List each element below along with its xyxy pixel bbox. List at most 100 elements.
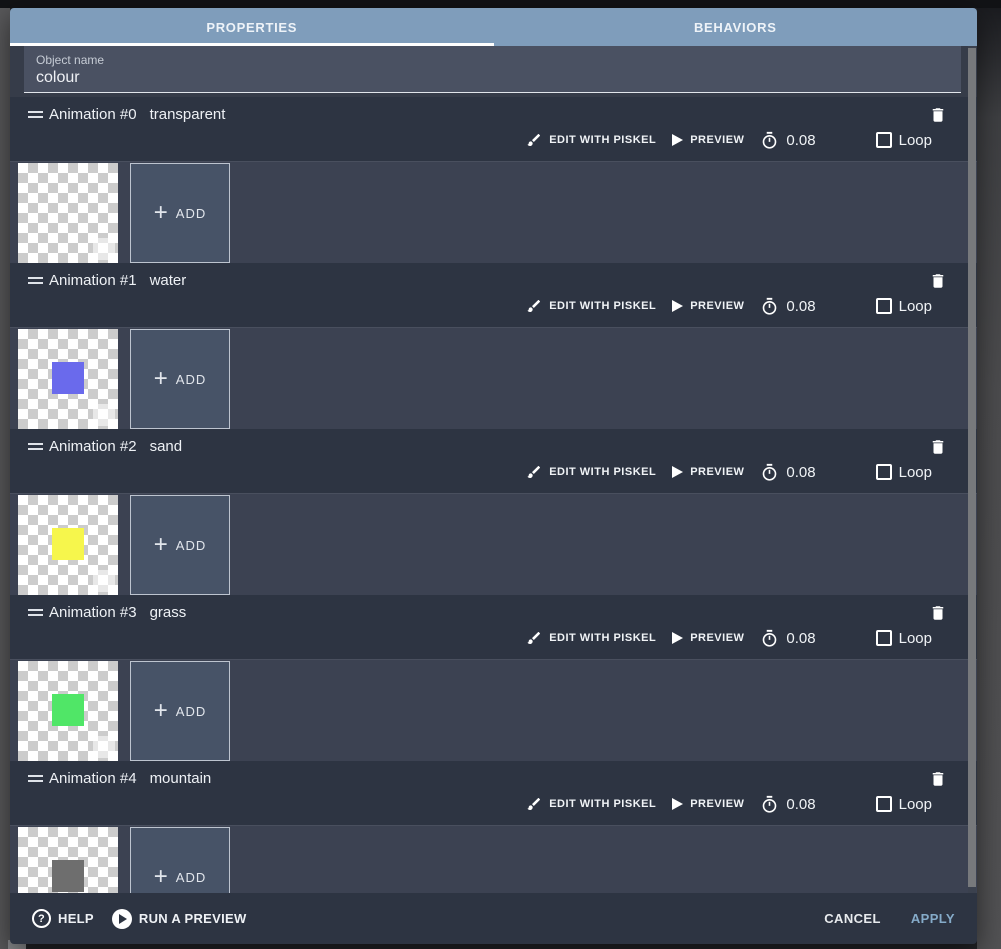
frame-thumbnail[interactable] xyxy=(18,661,118,761)
animation-name[interactable]: grass xyxy=(150,604,187,621)
animation-name[interactable]: transparent xyxy=(150,106,226,123)
edit-with-piskel-label: EDIT WITH PISKEL xyxy=(549,134,657,146)
scrollbar-thumb[interactable] xyxy=(968,48,976,887)
object-name-label: Object name xyxy=(36,53,105,67)
tab-behaviors[interactable]: BEHAVIORS xyxy=(494,8,978,46)
time-between-frames-value: 0.08 xyxy=(786,463,816,481)
animation-index-label: Animation #4 xyxy=(49,770,137,787)
animation-frames-strip: + ADD xyxy=(10,327,977,429)
animation-header: Animation #0 transparent EDIT WITH PISKE… xyxy=(10,97,977,161)
loop-checkbox[interactable] xyxy=(875,132,892,148)
time-between-frames-value: 0.08 xyxy=(786,297,816,315)
time-between-frames-field[interactable]: 0.08 xyxy=(760,463,816,482)
frame-thumbnail[interactable] xyxy=(18,495,118,595)
frame-thumbnail[interactable] xyxy=(18,163,118,263)
animation-frames-strip: + ADD xyxy=(10,825,977,893)
delete-animation-button[interactable] xyxy=(927,270,949,292)
stopwatch-icon xyxy=(763,629,777,647)
add-frame-button[interactable]: + ADD xyxy=(130,495,230,595)
drag-handle-icon[interactable] xyxy=(28,111,43,118)
preview-button[interactable]: PREVIEW xyxy=(672,300,744,312)
plus-icon: + xyxy=(153,697,168,724)
animation-header: Animation #4 mountain EDIT WITH PISKEL P… xyxy=(10,761,977,825)
animation-block-0: Animation #0 transparent EDIT WITH PISKE… xyxy=(10,97,977,263)
animation-header: Animation #1 water EDIT WITH PISKEL PREV… xyxy=(10,263,977,327)
preview-button[interactable]: PREVIEW xyxy=(672,466,744,478)
delete-animation-button[interactable] xyxy=(927,602,949,624)
brush-icon xyxy=(527,797,541,810)
object-name-input[interactable]: Object name colour xyxy=(24,46,961,93)
object-name-section: Object name colour xyxy=(10,46,977,97)
preview-button[interactable]: PREVIEW xyxy=(672,632,744,644)
plus-icon: + xyxy=(153,863,168,890)
add-frame-button[interactable]: + ADD xyxy=(130,163,230,263)
time-between-frames-value: 0.08 xyxy=(786,629,816,647)
loop-toggle[interactable]: Loop xyxy=(875,463,932,481)
apply-button[interactable]: APPLY xyxy=(911,911,955,926)
frame-color-swatch xyxy=(52,196,84,228)
loop-checkbox[interactable] xyxy=(875,298,892,314)
edit-with-piskel-button[interactable]: EDIT WITH PISKEL xyxy=(526,464,656,480)
animation-title-row: Animation #4 mountain xyxy=(10,761,977,787)
tab-bar: PROPERTIES BEHAVIORS xyxy=(10,8,977,46)
preview-label: PREVIEW xyxy=(690,300,745,312)
add-frame-button[interactable]: + ADD xyxy=(130,827,230,893)
animation-index-label: Animation #1 xyxy=(49,272,137,289)
cancel-button[interactable]: CANCEL xyxy=(824,911,881,926)
dialog-scrollbar[interactable] xyxy=(968,46,976,893)
edit-with-piskel-button[interactable]: EDIT WITH PISKEL xyxy=(526,132,656,148)
frame-thumbnail[interactable] xyxy=(18,827,118,893)
time-between-frames-field[interactable]: 0.08 xyxy=(760,131,816,150)
run-preview-label: RUN A PREVIEW xyxy=(138,911,247,926)
loop-toggle[interactable]: Loop xyxy=(875,298,932,315)
drag-handle-icon[interactable] xyxy=(28,277,43,284)
add-frame-button[interactable]: + ADD xyxy=(130,661,230,761)
help-button[interactable]: ? HELP xyxy=(32,909,94,928)
loop-toggle[interactable]: Loop xyxy=(875,796,932,813)
time-between-frames-field[interactable]: 0.08 xyxy=(760,629,816,648)
loop-toggle[interactable]: Loop xyxy=(875,630,932,647)
backdrop-right xyxy=(977,8,1001,949)
edit-with-piskel-button[interactable]: EDIT WITH PISKEL xyxy=(526,298,656,314)
preview-label: PREVIEW xyxy=(690,632,745,644)
animation-name[interactable]: water xyxy=(150,272,187,289)
preview-button[interactable]: PREVIEW xyxy=(672,134,744,146)
delete-animation-button[interactable] xyxy=(927,436,949,458)
delete-animation-button[interactable] xyxy=(927,104,949,126)
preview-label: PREVIEW xyxy=(690,134,745,146)
add-frame-button[interactable]: + ADD xyxy=(130,329,230,429)
time-between-frames-field[interactable]: 0.08 xyxy=(760,297,816,316)
drag-handle-icon[interactable] xyxy=(28,609,43,616)
brush-icon xyxy=(527,299,541,312)
screen: PROPERTIES BEHAVIORS Object name colour … xyxy=(0,0,1001,949)
trash-icon xyxy=(932,772,944,786)
edit-with-piskel-button[interactable]: EDIT WITH PISKEL xyxy=(526,796,656,812)
drag-handle-icon[interactable] xyxy=(28,775,43,782)
loop-checkbox[interactable] xyxy=(875,630,892,646)
animation-header: Animation #2 sand EDIT WITH PISKEL PREVI… xyxy=(10,429,977,493)
animation-frames-strip: + ADD xyxy=(10,659,977,761)
time-between-frames-field[interactable]: 0.08 xyxy=(760,795,816,814)
animation-block-1: Animation #1 water EDIT WITH PISKEL PREV… xyxy=(10,263,977,429)
edit-with-piskel-label: EDIT WITH PISKEL xyxy=(549,300,657,312)
tab-properties[interactable]: PROPERTIES xyxy=(10,8,494,46)
plus-icon: + xyxy=(153,531,168,558)
animation-title-row: Animation #1 water xyxy=(10,263,977,289)
animation-title-row: Animation #0 transparent xyxy=(10,97,977,123)
edit-with-piskel-button[interactable]: EDIT WITH PISKEL xyxy=(526,630,656,646)
animation-index-label: Animation #2 xyxy=(49,438,137,455)
trash-icon xyxy=(932,274,944,288)
drag-handle-icon[interactable] xyxy=(28,443,43,450)
run-preview-button[interactable]: RUN A PREVIEW xyxy=(111,908,247,929)
loop-checkbox[interactable] xyxy=(875,464,892,480)
animation-name[interactable]: sand xyxy=(150,438,183,455)
object-name-value: colour xyxy=(36,69,80,86)
loop-toggle[interactable]: Loop xyxy=(875,132,932,149)
loop-checkbox[interactable] xyxy=(875,796,892,812)
loop-label: Loop xyxy=(898,463,932,481)
preview-button[interactable]: PREVIEW xyxy=(672,798,744,810)
brush-icon xyxy=(527,631,541,644)
frame-thumbnail[interactable] xyxy=(18,329,118,429)
animation-name[interactable]: mountain xyxy=(150,770,212,787)
delete-animation-button[interactable] xyxy=(927,768,949,790)
